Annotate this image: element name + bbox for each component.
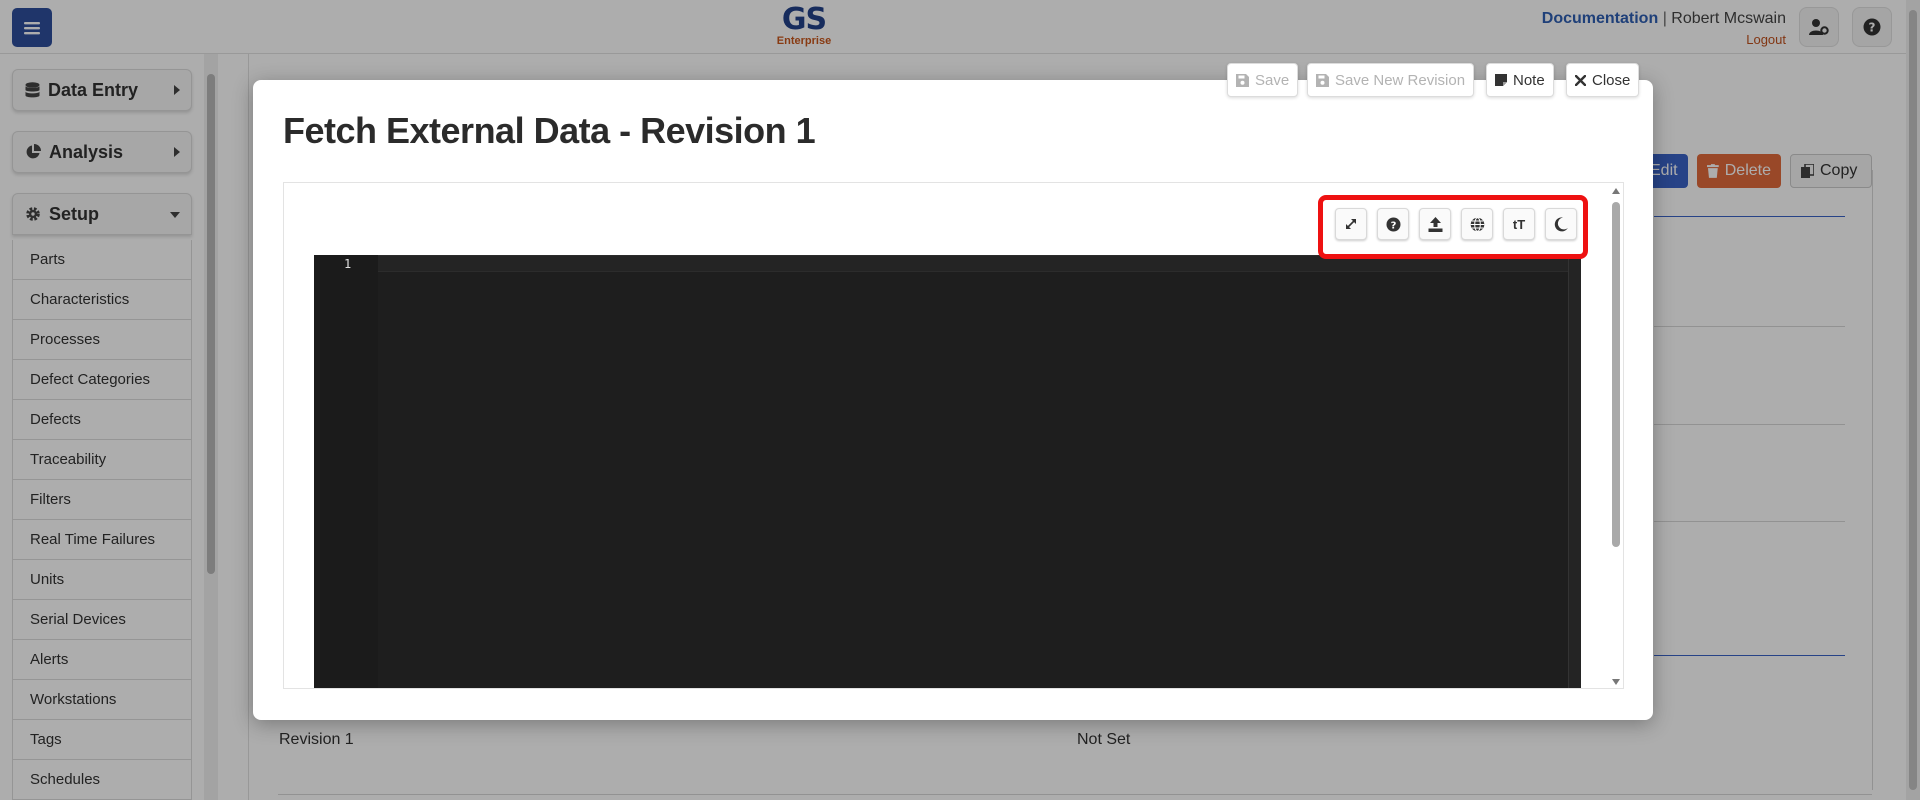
fetch-external-data-modal: Fetch External Data - Revision 1 Save Sa…	[253, 63, 1653, 720]
modal-title: Fetch External Data - Revision 1	[283, 110, 816, 151]
modal-scrollbar[interactable]	[1609, 184, 1623, 689]
note-button-label: Note	[1513, 71, 1545, 89]
close-icon	[1575, 74, 1586, 86]
code-editor[interactable]: 1	[314, 255, 1581, 688]
scroll-up-arrow-icon[interactable]	[1612, 188, 1620, 194]
svg-text:?: ?	[1390, 220, 1396, 231]
moon-icon	[1554, 216, 1568, 231]
floppy-disk-icon	[1236, 73, 1249, 87]
editor-gutter: 1	[314, 255, 378, 688]
language-button[interactable]	[1461, 208, 1493, 240]
modal-scrollbar-thumb[interactable]	[1612, 202, 1620, 547]
upload-icon	[1428, 216, 1442, 232]
font-size-button[interactable]: tT	[1503, 208, 1535, 240]
sticky-note-icon	[1495, 74, 1507, 86]
editor-help-button[interactable]: ?	[1377, 208, 1409, 240]
scroll-down-arrow-icon[interactable]	[1612, 679, 1620, 685]
help-icon: ?	[1386, 217, 1400, 231]
fullscreen-button[interactable]	[1335, 208, 1367, 240]
close-button[interactable]: Close	[1566, 63, 1640, 97]
expand-icon	[1346, 219, 1356, 229]
editor-scrollbar[interactable]	[1568, 255, 1581, 688]
floppy-disk-icon	[1316, 73, 1329, 87]
close-button-label: Close	[1592, 71, 1631, 89]
line-number: 1	[344, 257, 352, 271]
note-button[interactable]: Note	[1486, 63, 1554, 97]
save-new-revision-button-label: Save New Revision	[1335, 71, 1466, 89]
save-button-label: Save	[1255, 71, 1290, 89]
globe-icon	[1470, 216, 1484, 232]
save-new-revision-button[interactable]: Save New Revision	[1307, 63, 1475, 97]
font-size-icon: tT	[1512, 216, 1526, 232]
upload-button[interactable]	[1419, 208, 1451, 240]
dark-mode-toggle[interactable]	[1545, 208, 1577, 240]
save-button[interactable]: Save	[1227, 63, 1299, 97]
